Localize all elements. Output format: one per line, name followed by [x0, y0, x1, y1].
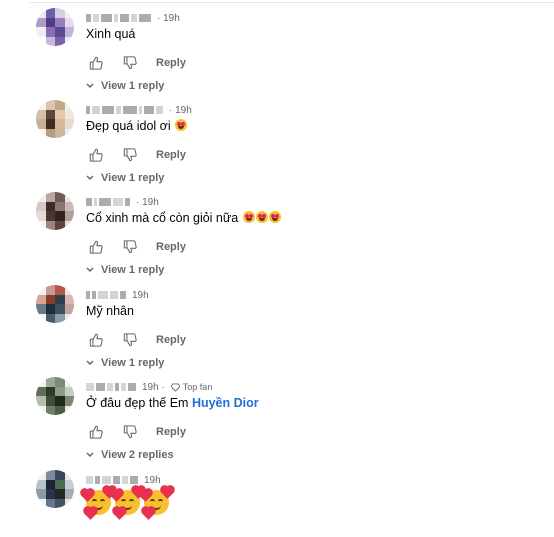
dislike-icon[interactable]: [122, 147, 138, 163]
top-fan-label: Top fan: [182, 382, 213, 392]
author-name-redacted[interactable]: [86, 382, 136, 392]
view-replies-button[interactable]: View 1 reply: [86, 172, 164, 184]
avatar[interactable]: [36, 470, 74, 508]
view-replies-button[interactable]: View 1 reply: [86, 357, 164, 369]
comment-text: Xinh quá: [86, 27, 136, 41]
heart-eyes-emoji-icon: [255, 211, 268, 223]
reply-button[interactable]: Reply: [156, 334, 186, 346]
view-replies-label: View 1 reply: [101, 172, 165, 184]
view-replies-button[interactable]: View 1 reply: [86, 264, 164, 276]
divider: [30, 2, 554, 3]
comment-time[interactable]: · 19h: [157, 13, 180, 24]
smiling-face-with-hearts-icon: [81, 486, 116, 520]
diamond-icon: [170, 382, 180, 392]
comment-time[interactable]: 19h: [132, 290, 149, 301]
dislike-icon[interactable]: [122, 332, 138, 348]
comment-time[interactable]: 19h ·: [142, 382, 165, 393]
comment-time[interactable]: · 19h: [169, 105, 192, 116]
author-name-redacted[interactable]: [86, 197, 130, 207]
like-icon[interactable]: [88, 147, 104, 163]
top-fan-badge: Top fan: [170, 382, 213, 392]
view-replies-label: View 1 reply: [101, 264, 165, 276]
comment-text: [81, 486, 174, 520]
comment-text: Ở đâu đẹp thế Em Huyền Dior: [86, 396, 259, 410]
mention-link[interactable]: Huyền Dior: [192, 396, 259, 410]
smiling-face-with-hearts-icon: [110, 486, 145, 520]
reply-button[interactable]: Reply: [156, 241, 186, 253]
chevron-down-icon: [86, 83, 94, 89]
heart-eyes-emoji-icon: [242, 211, 255, 223]
view-replies-button[interactable]: View 1 reply: [86, 80, 164, 92]
comment-text: Đẹp quá idol ơi: [86, 118, 188, 134]
avatar[interactable]: [36, 285, 74, 323]
comment-text: Cổ xinh mà cổ còn giỏi nữa: [86, 210, 281, 226]
view-replies-label: View 2 replies: [101, 449, 174, 461]
chevron-down-icon: [86, 267, 94, 273]
smiling-face-with-hearts-icon: [139, 486, 174, 520]
comment-text: Mỹ nhân: [86, 304, 134, 318]
view-replies-label: View 1 reply: [101, 357, 165, 369]
author-name-redacted[interactable]: [86, 290, 126, 300]
dislike-icon[interactable]: [122, 55, 138, 71]
reply-button[interactable]: Reply: [156, 426, 186, 438]
like-icon[interactable]: [88, 55, 104, 71]
author-name-redacted[interactable]: [86, 13, 151, 23]
heart-eyes-emoji-icon: [268, 211, 281, 223]
chevron-down-icon: [86, 452, 94, 458]
comment-time[interactable]: · 19h: [136, 197, 159, 208]
like-icon[interactable]: [88, 424, 104, 440]
dislike-icon[interactable]: [122, 239, 138, 255]
like-icon[interactable]: [88, 332, 104, 348]
author-name-redacted[interactable]: [86, 475, 138, 485]
avatar[interactable]: [36, 8, 74, 46]
chevron-down-icon: [86, 175, 94, 181]
like-icon[interactable]: [88, 239, 104, 255]
avatar[interactable]: [36, 192, 74, 230]
view-replies-label: View 1 reply: [101, 80, 165, 92]
comment-time[interactable]: 19h: [144, 475, 161, 486]
dislike-icon[interactable]: [122, 424, 138, 440]
reply-button[interactable]: Reply: [156, 57, 186, 69]
view-replies-button[interactable]: View 2 replies: [86, 449, 174, 461]
chevron-down-icon: [86, 360, 94, 366]
avatar[interactable]: [36, 377, 74, 415]
reply-button[interactable]: Reply: [156, 149, 186, 161]
heart-eyes-emoji-icon: [175, 119, 188, 131]
avatar[interactable]: [36, 100, 74, 138]
author-name-redacted[interactable]: [86, 105, 163, 115]
